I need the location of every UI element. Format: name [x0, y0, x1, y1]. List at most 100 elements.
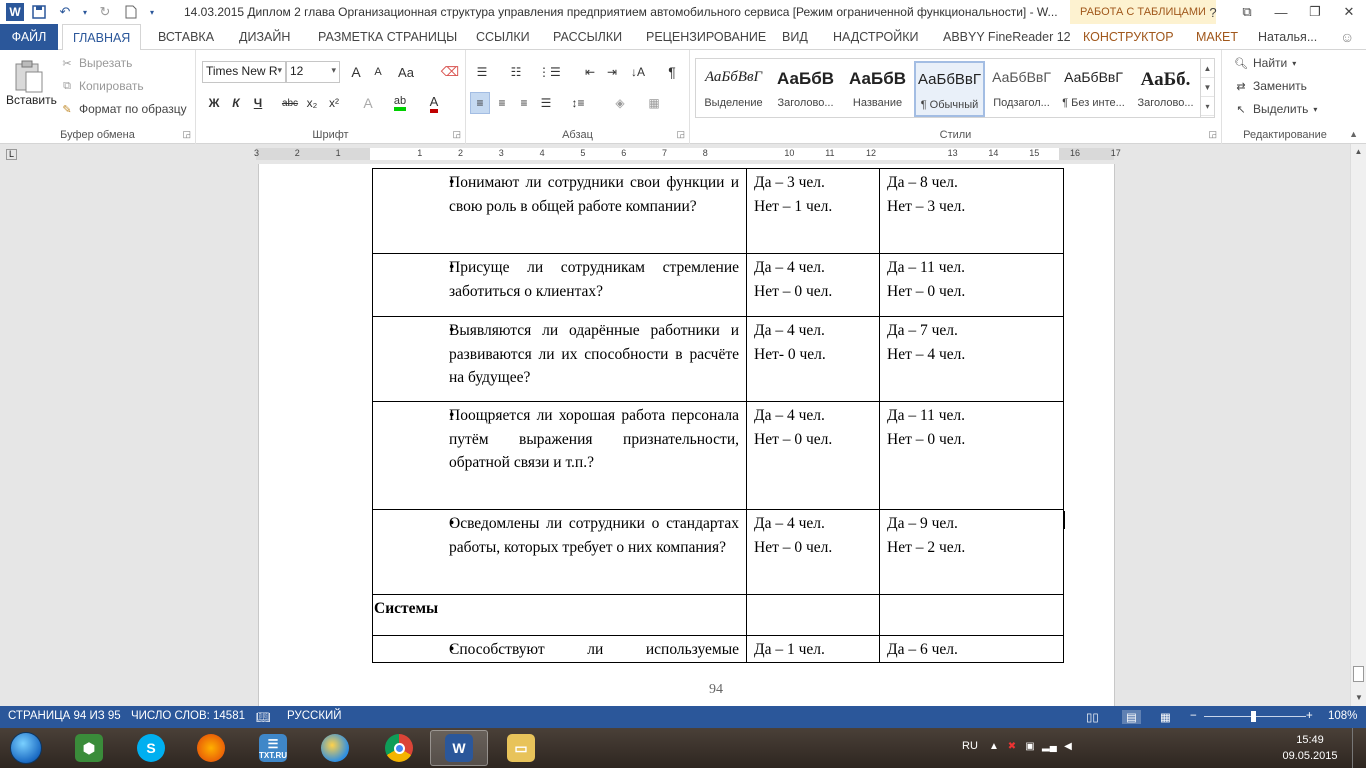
subscript-button[interactable]: x₂ — [302, 92, 322, 114]
section-cell[interactable]: Системы — [372, 594, 747, 636]
taskbar-word[interactable]: W — [430, 730, 488, 766]
answers-group2-cell[interactable]: Да – 11 чел. Нет – 0 чел. — [879, 253, 1064, 317]
question-cell[interactable]: Присуще ли сотрудникам стремление заботи… — [372, 253, 747, 317]
tab-addins[interactable]: НАДСТРОЙКИ — [833, 24, 919, 50]
tab-file[interactable]: ФАЙЛ — [0, 24, 58, 50]
align-center-icon[interactable]: ≡ — [492, 92, 512, 114]
show-formatting-marks-button[interactable]: ¶ — [662, 61, 682, 83]
signal-icon[interactable]: ▂▄ — [1042, 741, 1057, 753]
start-button[interactable] — [4, 730, 48, 766]
document-page[interactable]: Понимают ли сотрудники свои функции и св… — [258, 164, 1115, 706]
multilevel-list-icon[interactable]: ⋮☰ — [538, 61, 561, 83]
zoom-out-button[interactable]: − — [1190, 710, 1197, 722]
tab-abbyy[interactable]: ABBYY FineReader 12 — [943, 24, 1071, 50]
user-account[interactable]: Наталья... — [1258, 24, 1317, 50]
sort-icon[interactable]: ↓A — [628, 61, 648, 83]
minimize-button[interactable]: — — [1264, 0, 1298, 24]
shrink-font-button[interactable]: A — [368, 61, 388, 83]
font-color-icon[interactable]: A — [424, 92, 444, 114]
answers-group2-cell[interactable]: Да – 9 чел. Нет – 2 чел. — [879, 509, 1064, 595]
answers-group2-cell[interactable]: Да – 8 чел. Нет – 3 чел. — [879, 168, 1064, 254]
tab-design[interactable]: ДИЗАЙН — [239, 24, 290, 50]
taskbar-txtru[interactable]: ☰ TXT.RU — [244, 730, 302, 766]
language-status[interactable]: РУССКИЙ — [287, 710, 342, 722]
styles-launcher-icon[interactable]: ◲ — [1208, 129, 1217, 140]
numbering-icon[interactable]: ☷ — [506, 61, 526, 83]
answers-group1-cell[interactable]: Да – 4 чел. Нет – 0 чел. — [746, 253, 880, 317]
help-icon[interactable]: ? — [1196, 0, 1230, 24]
font-launcher-icon[interactable]: ◲ — [452, 129, 461, 140]
style-subtitle[interactable]: АаБбВвГ Подзагол... — [986, 61, 1057, 117]
show-desktop-button[interactable] — [1352, 728, 1366, 768]
question-cell[interactable]: Выявляются ли одарённые работники и разв… — [372, 316, 747, 402]
style-emphasis[interactable]: АаБбВвГ Выделение — [698, 61, 769, 117]
answers-group1-cell[interactable]: Да – 4 чел. Нет – 0 чел. — [746, 509, 880, 595]
scroll-thumb[interactable] — [1353, 666, 1364, 682]
tab-mailings[interactable]: РАССЫЛКИ — [553, 24, 622, 50]
paste-icon[interactable] — [12, 58, 44, 94]
undo-dropdown-icon[interactable]: ▾ — [80, 2, 90, 22]
strikethrough-button[interactable]: abc — [280, 92, 300, 114]
word-count-status[interactable]: ЧИСЛО СЛОВ: 14581 — [131, 710, 245, 722]
tab-page-layout[interactable]: РАЗМЕТКА СТРАНИЦЫ — [318, 24, 457, 50]
cut-button[interactable]: ✂ Вырезать — [60, 56, 132, 70]
align-left-icon[interactable]: ≡ — [470, 92, 490, 114]
style-title[interactable]: АаБбВ Название — [842, 61, 913, 117]
grow-font-button[interactable]: A — [346, 61, 366, 83]
style-heading2[interactable]: АаБб. Заголово... — [1130, 61, 1201, 117]
network-warning-icon[interactable]: ✖ — [1006, 741, 1018, 753]
answers-group2-cell[interactable]: Да – 11 чел. Нет – 0 чел. — [879, 401, 1064, 510]
taskbar-firefox[interactable] — [182, 730, 240, 766]
bold-button[interactable]: Ж — [204, 92, 224, 114]
tab-insert[interactable]: ВСТАВКА — [158, 24, 214, 50]
replace-button[interactable]: ⇄ Заменить — [1234, 79, 1307, 93]
undo-icon[interactable]: ↶ — [54, 2, 76, 22]
tab-selector-icon[interactable]: L — [6, 149, 17, 160]
vertical-scrollbar[interactable]: ▲ ▼ — [1350, 144, 1366, 706]
scroll-up-icon[interactable]: ▲ — [1351, 144, 1366, 160]
proofing-icon[interactable]: 📖︎ — [256, 710, 271, 724]
copy-button[interactable]: ⧉ Копировать — [60, 79, 144, 93]
restore-button[interactable]: ❐ — [1298, 0, 1332, 24]
style-no-spacing[interactable]: АаБбВвГ ¶ Без инте... — [1058, 61, 1129, 117]
question-cell[interactable]: Понимают ли сотрудники свои функции и св… — [372, 168, 747, 254]
zoom-in-button[interactable]: + — [1306, 710, 1313, 722]
question-cell[interactable]: Способствуют ли используемые — [372, 635, 747, 663]
answers-group1-cell[interactable]: Да – 4 чел. Нет- 0 чел. — [746, 316, 880, 402]
taskbar-chrome[interactable] — [370, 730, 428, 766]
tab-references[interactable]: ССЫЛКИ — [476, 24, 530, 50]
taskbar-folder[interactable]: ▭ — [492, 730, 550, 766]
tab-layout-table[interactable]: МАКЕТ — [1196, 24, 1238, 50]
tab-home[interactable]: ГЛАВНАЯ — [62, 24, 142, 51]
zoom-level[interactable]: 108% — [1328, 710, 1357, 722]
answers-group2-cell[interactable]: Да – 7 чел. Нет – 4 чел. — [879, 316, 1064, 402]
taskbar-explorer[interactable]: ⬢ — [60, 730, 118, 766]
clear-formatting-icon[interactable]: ⌫ — [440, 61, 460, 83]
answers-group1-cell[interactable]: Да – 4 чел. Нет – 0 чел. — [746, 401, 880, 510]
borders-icon[interactable]: ▦ — [644, 92, 664, 114]
answers-group1-cell[interactable] — [746, 594, 880, 636]
tab-constructor[interactable]: КОНСТРУКТОР — [1083, 24, 1174, 50]
user-avatar-icon[interactable]: ☺ — [1340, 24, 1354, 50]
superscript-button[interactable]: x² — [324, 92, 344, 114]
question-cell[interactable]: Поощряется ли хорошая работа персонала п… — [372, 401, 747, 510]
tab-review[interactable]: РЕЦЕНЗИРОВАНИЕ — [646, 24, 766, 50]
change-case-button[interactable]: Aa — [396, 61, 416, 83]
scroll-down-icon[interactable]: ▼ — [1351, 690, 1366, 706]
align-right-icon[interactable]: ≡ — [514, 92, 534, 114]
customize-qa-icon[interactable]: ▾ — [146, 2, 158, 22]
styles-more-icon[interactable]: ▾ — [1201, 97, 1214, 116]
find-button[interactable]: 🔍︎ Найти ▾ — [1234, 56, 1296, 70]
decrease-indent-icon[interactable]: ⇤ — [580, 61, 600, 83]
answers-group2-cell[interactable]: Да – 6 чел. — [879, 635, 1064, 663]
print-layout-icon[interactable]: ▤ — [1122, 710, 1141, 724]
web-layout-icon[interactable]: ▦ — [1160, 710, 1171, 724]
input-language[interactable]: RU — [962, 740, 978, 752]
close-button[interactable]: ✕ — [1332, 0, 1366, 24]
answers-group1-cell[interactable]: Да – 1 чел. — [746, 635, 880, 663]
styles-scroll-up-icon[interactable]: ▲ — [1201, 59, 1214, 78]
shading-icon[interactable]: ◈ — [610, 92, 630, 114]
highlight-color-icon[interactable]: ab — [390, 92, 410, 114]
taskbar-cloud[interactable] — [306, 730, 364, 766]
collapse-ribbon-icon[interactable]: ▲ — [1349, 129, 1358, 139]
